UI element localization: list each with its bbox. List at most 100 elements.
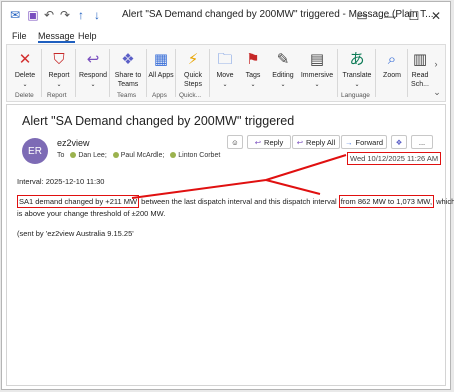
group-label-language: Language: [341, 92, 370, 99]
more-icon: ...: [418, 137, 426, 147]
outlook-message-window: ✉ ▣ ↶ ↷ ↑ ↓ Alert "SA Demand changed by …: [1, 1, 454, 390]
menu-help[interactable]: Help: [78, 31, 97, 41]
teams-icon: ❖: [121, 50, 135, 68]
reply-button[interactable]: ↩ Reply: [247, 135, 291, 149]
recipient[interactable]: Dan Lee;: [78, 152, 106, 159]
smiley-icon: ☺: [231, 137, 239, 147]
zoom-icon: ⌕: [387, 50, 397, 68]
reply-label: Reply: [264, 137, 284, 147]
group-separator: [175, 49, 176, 97]
reply-all-button[interactable]: ↩ Reply All: [292, 135, 340, 149]
respond-button[interactable]: ↩ Respond ⌄: [77, 47, 109, 91]
immersive-button[interactable]: ▤ Immersive ⌄: [299, 47, 335, 91]
group-separator: [407, 49, 408, 97]
teams-icon: ❖: [395, 137, 403, 147]
demand-change-highlight: SA1 demand changed by +211 MW: [17, 195, 140, 208]
group-separator: [337, 49, 338, 97]
translate-icon: あ: [349, 50, 365, 68]
ribbon-display-icon[interactable]: ▭: [348, 6, 376, 26]
group-label-report: Report: [47, 92, 67, 99]
title-bar: ✉ ▣ ↶ ↷ ↑ ↓ Alert "SA Demand changed by …: [2, 2, 450, 30]
group-label-apps: Apps: [152, 92, 167, 99]
undo-icon[interactable]: ↶: [42, 8, 56, 22]
presence-dot-icon: [170, 152, 177, 159]
report-label: Report: [48, 72, 70, 79]
react-button[interactable]: ☺: [227, 135, 243, 149]
message-date: Wed 10/12/2025 11:26 AM: [347, 152, 442, 165]
quick-steps-button[interactable]: ⚡ Quick Steps: [177, 47, 209, 91]
move-icon: 🗀: [217, 50, 233, 68]
reply-all-label: Reply All: [306, 137, 336, 147]
tag-icon: ⚑: [246, 50, 260, 68]
tags-label: Tags: [245, 72, 261, 79]
delete-button[interactable]: ✕ Delete ⌄: [9, 47, 41, 91]
respond-label: Respond: [78, 72, 108, 79]
next-item-icon[interactable]: ↓: [90, 8, 104, 22]
zoom-label: Zoom: [383, 72, 401, 79]
teams-share-button[interactable]: ❖: [391, 135, 407, 149]
more-actions-button[interactable]: ...: [411, 135, 433, 149]
menu-file[interactable]: File: [12, 31, 27, 41]
translate-button[interactable]: あ Translate ⌄: [339, 47, 375, 91]
zoom-button[interactable]: ⌕ Zoom: [377, 47, 407, 91]
report-shield-icon: ⛉: [53, 50, 65, 68]
group-separator: [75, 49, 76, 97]
lightning-icon: ⚡: [187, 50, 199, 68]
body-text: between the last dispatch interval and t…: [139, 197, 339, 206]
read-icon: ▥: [412, 50, 428, 68]
share-to-teams-label: Share to Teams: [114, 72, 142, 88]
recipient[interactable]: Linton Corbet: [178, 152, 220, 159]
immersive-icon: ▤: [309, 50, 325, 68]
editing-button[interactable]: ✎ Editing ⌄: [267, 47, 299, 91]
move-label: Move: [216, 72, 234, 79]
outlook-app-icon: ✉: [9, 8, 21, 22]
recipient[interactable]: Paul McArdle;: [121, 152, 165, 159]
translate-label: Translate: [342, 72, 372, 79]
menu-bar: File Message Help: [2, 30, 450, 44]
body-text: which: [434, 197, 454, 206]
body-interval: Interval: 2025-12-10 11:30: [17, 177, 105, 186]
delete-label: Delete: [14, 72, 36, 79]
apps-grid-icon: ▦: [153, 50, 169, 68]
forward-label: Forward: [355, 137, 383, 147]
message-subject: Alert "SA Demand changed by 200MW" trigg…: [22, 114, 295, 128]
redo-icon[interactable]: ↷: [58, 8, 72, 22]
avatar[interactable]: ER: [22, 138, 48, 164]
immersive-label: Immersive: [300, 72, 334, 79]
body-line-2: is above your change threshold of ±200 M…: [17, 209, 166, 218]
group-label-quick: Quick...: [179, 92, 202, 99]
group-label-teams: Teams: [117, 92, 137, 99]
all-apps-label: All Apps: [148, 72, 174, 79]
report-button[interactable]: ⛉ Report ⌄: [43, 47, 75, 91]
read-label: Read Sch...: [411, 72, 429, 88]
close-icon[interactable]: ✕: [422, 6, 450, 26]
share-to-teams-button[interactable]: ❖ Share to Teams: [111, 47, 145, 91]
presence-dot-icon: [70, 152, 77, 159]
ribbon-scroll-right-icon[interactable]: ›: [431, 59, 441, 83]
all-apps-button[interactable]: ▦ All Apps: [147, 47, 175, 91]
group-separator: [109, 49, 110, 97]
group-separator: [41, 49, 42, 97]
forward-button[interactable]: → Forward: [341, 135, 387, 149]
recipients-row: To Dan Lee; Paul McArdle; Linton Corbet: [57, 152, 220, 159]
previous-item-icon[interactable]: ↑: [74, 8, 88, 22]
move-button[interactable]: 🗀 Move ⌄: [211, 47, 239, 91]
tags-button[interactable]: ⚑ Tags ⌄: [239, 47, 267, 91]
collapse-ribbon-icon[interactable]: ⌄: [431, 87, 443, 99]
ribbon: ✕ Delete ⌄ ⛉ Report ⌄ ↩ Respond ⌄ ❖ Share t…: [6, 44, 446, 102]
read-schedule-button[interactable]: ▥ Read Sch...: [409, 47, 431, 91]
body-line-1: SA1 demand changed by +211 MW between th…: [17, 195, 454, 208]
group-separator: [209, 49, 210, 97]
editing-label: Editing: [272, 72, 294, 79]
sender-name[interactable]: ez2view: [57, 138, 90, 148]
to-label: To: [57, 152, 65, 159]
quick-steps-label: Quick Steps: [184, 72, 202, 88]
presence-dot-icon: [112, 152, 119, 159]
group-label-delete: Delete: [15, 92, 34, 99]
forward-icon: →: [344, 137, 353, 147]
save-icon[interactable]: ▣: [26, 8, 40, 22]
reply-all-icon: ↩: [296, 137, 304, 147]
pencil-icon: ✎: [276, 50, 290, 68]
delete-x-icon: ✕: [18, 50, 32, 68]
menu-message[interactable]: Message: [38, 31, 75, 43]
